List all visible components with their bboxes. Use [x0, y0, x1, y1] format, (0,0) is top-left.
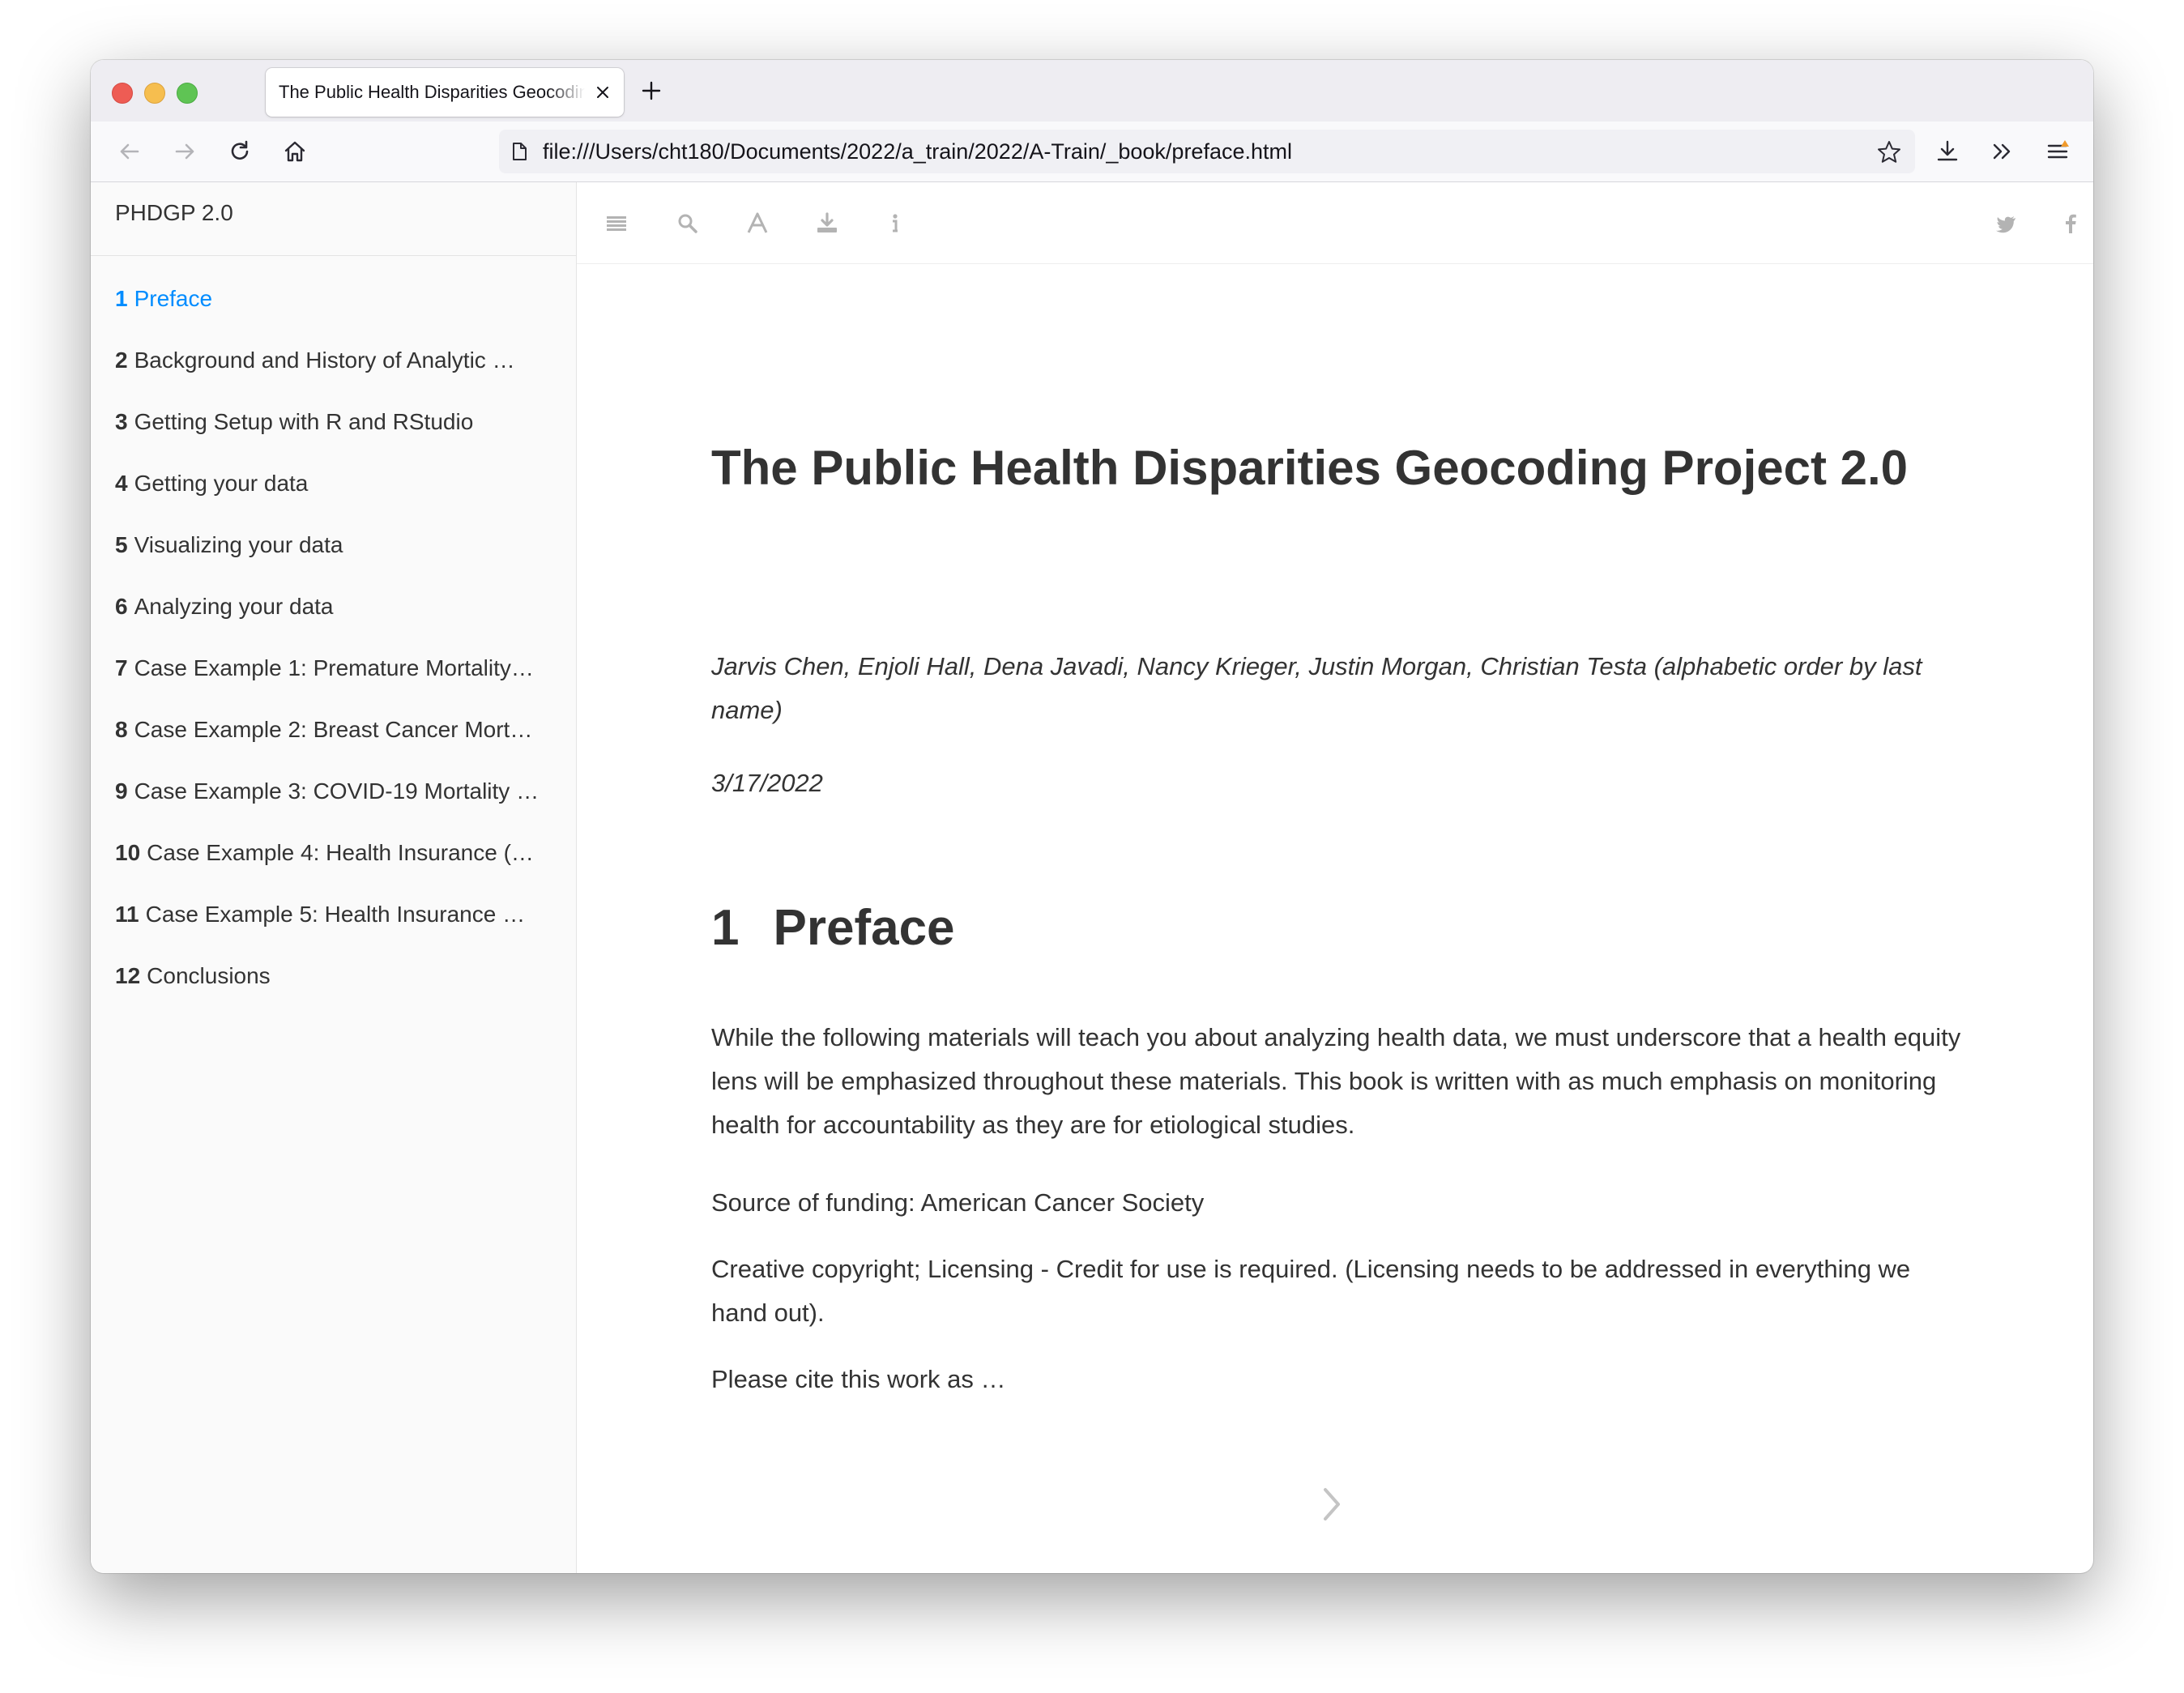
facebook-icon[interactable] [2058, 211, 2083, 236]
toc-item-preface[interactable]: 1 Preface [91, 268, 576, 330]
search-icon[interactable] [676, 211, 700, 236]
browser-tab[interactable]: The Public Health Disparities Geocoding … [266, 68, 624, 117]
bookmark-star-icon[interactable] [1876, 139, 1902, 165]
twitter-icon[interactable] [1994, 211, 2018, 236]
toc-toggle-icon[interactable] [604, 211, 629, 236]
book-sidebar: PHDGP 2.0 1 Preface 2 Background and Histo… [91, 182, 577, 1573]
page-title: The Public Health Disparities Geocoding … [711, 441, 1909, 495]
page-icon [513, 143, 527, 160]
licensing-paragraph: Creative copyright; Licensing - Credit f… [711, 1255, 1911, 1327]
toc-item-case-2[interactable]: 8 Case Example 2: Breast Cancer Mort… [91, 699, 576, 761]
home-icon[interactable] [280, 137, 309, 166]
app-menu-icon[interactable] [2043, 137, 2072, 166]
back-arrow-icon[interactable] [115, 137, 144, 166]
downloads-icon[interactable] [1933, 137, 1962, 166]
table-of-contents: 1 Preface 2 Background and History of Anal… [91, 268, 576, 1007]
toc-item-case-3[interactable]: 9 Case Example 3: COVID-19 Mortality … [91, 761, 576, 822]
book-title[interactable]: PHDGP 2.0 [115, 197, 233, 229]
forward-arrow-icon[interactable] [170, 137, 199, 166]
new-tab-icon[interactable] [638, 78, 664, 104]
zoom-window-button[interactable] [177, 83, 198, 104]
url-text: file:///Users/cht180/Documents/2022/a_tr… [543, 139, 1292, 164]
close-tab-icon[interactable] [595, 84, 611, 100]
toc-item-case-5[interactable]: 11 Case Example 5: Health Insurance … [91, 884, 576, 945]
title-bar: The Public Health Disparities Geocoding … [91, 60, 2093, 122]
next-page-arrow-icon[interactable] [1316, 1480, 1348, 1529]
toc-item-visualizing[interactable]: 5 Visualizing your data [91, 514, 576, 576]
toc-item-getting-data[interactable]: 4 Getting your data [91, 453, 576, 514]
close-window-button[interactable] [112, 83, 133, 104]
toc-item-analyzing[interactable]: 6 Analyzing your data [91, 576, 576, 638]
publication-date: 3/17/2022 [711, 769, 823, 797]
section-heading: 1 Preface [711, 894, 955, 962]
toc-item-conclusions[interactable]: 12 Conclusions [91, 945, 576, 1007]
section-number: 1 [711, 900, 740, 956]
toc-item-background[interactable]: 2 Background and History of Analytic … [91, 330, 576, 391]
font-settings-icon[interactable] [745, 211, 770, 236]
sidebar-divider [91, 255, 576, 256]
funding-paragraph: Source of funding: American Cancer Socie… [711, 1188, 1205, 1217]
reload-icon[interactable] [225, 137, 254, 166]
author-line: Jarvis Chen, Enjoli Hall, Dena Javadi, N… [711, 652, 1922, 724]
toc-item-setup[interactable]: 3 Getting Setup with R and RStudio [91, 391, 576, 453]
overflow-chevrons-icon[interactable] [1988, 137, 2017, 166]
browser-window: The Public Health Disparities Geocoding … [91, 60, 2093, 1573]
minimize-window-button[interactable] [144, 83, 165, 104]
citation-paragraph: Please cite this work as … [711, 1365, 1006, 1393]
download-icon[interactable] [815, 211, 839, 236]
info-icon[interactable] [883, 211, 907, 236]
toc-item-case-4[interactable]: 10 Case Example 4: Health Insurance (… [91, 822, 576, 884]
intro-paragraph: While the following materials will teach… [711, 1023, 1961, 1139]
section-title: Preface [773, 900, 955, 956]
url-bar[interactable]: file:///Users/cht180/Documents/2022/a_tr… [499, 130, 1915, 173]
toc-item-case-1[interactable]: 7 Case Example 1: Premature Mortality… [91, 638, 576, 699]
navigation-toolbar: file:///Users/cht180/Documents/2022/a_tr… [91, 122, 2093, 182]
tab-title: The Public Health Disparities Geocoding … [279, 82, 585, 102]
book-toolbar [577, 182, 2093, 264]
